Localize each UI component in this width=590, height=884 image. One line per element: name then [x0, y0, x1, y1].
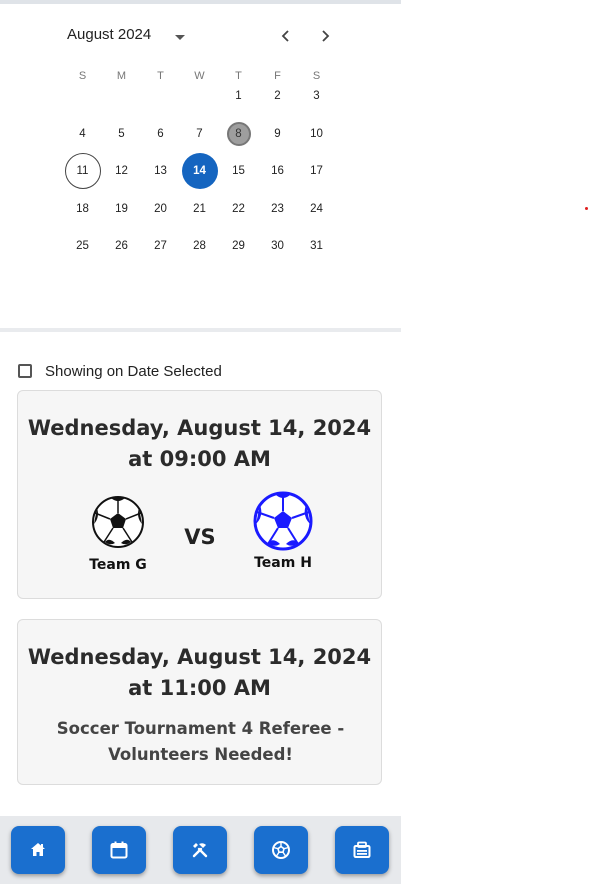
calendar-day[interactable]: 25 — [65, 228, 101, 264]
calendar-day[interactable]: 19 — [104, 191, 140, 227]
today-day[interactable]: 11 — [64, 153, 101, 189]
calendar-nav-button[interactable] — [92, 826, 146, 874]
calendar-day[interactable]: 21 — [182, 191, 218, 227]
calendar-day[interactable]: 26 — [104, 228, 140, 264]
chevron-right-icon — [322, 30, 330, 42]
chevron-left-icon — [281, 30, 289, 42]
calendar-day[interactable]: 2 — [260, 78, 296, 114]
home-icon — [31, 843, 45, 856]
event-card[interactable]: Wednesday, August 14, 2024 at 11:00 AM S… — [17, 619, 382, 785]
bottom-navigation — [0, 816, 401, 884]
next-month-button[interactable] — [313, 24, 337, 48]
calendar-day[interactable]: 3 — [299, 78, 335, 114]
soccer-ball-icon — [92, 496, 144, 548]
tools-nav-button[interactable] — [173, 826, 227, 874]
home-team: Team G — [78, 495, 158, 573]
calendar-day[interactable]: 22 — [221, 191, 257, 227]
calendar-day[interactable]: 15 — [221, 153, 257, 189]
calendar-day[interactable]: 13 — [143, 153, 179, 189]
selected-day[interactable]: 14 — [181, 153, 218, 189]
app-panel: August 2024 S M T W T F S 1 2 3 4 5 6 7 8 9 10 11 1… — [0, 0, 401, 884]
weekday-label: M — [116, 70, 127, 82]
calendar-day[interactable]: 5 — [104, 116, 140, 152]
event-time: at 11:00 AM — [128, 676, 271, 700]
weekday-label: S — [78, 70, 87, 82]
calendar-day[interactable]: 4 — [65, 116, 101, 152]
date-calendar: August 2024 S M T W T F S 1 2 3 4 5 6 7 8 9 10 11 1… — [0, 4, 401, 328]
weekday-header: S M T W T F S — [63, 70, 336, 88]
tools-icon — [192, 843, 208, 858]
calendar-day[interactable]: 24 — [299, 191, 335, 227]
filter-label: Showing on Date Selected — [45, 362, 222, 380]
calendar-day[interactable]: 28 — [182, 228, 218, 264]
games-nav-button[interactable] — [254, 826, 308, 874]
previous-month-button[interactable] — [274, 24, 298, 48]
calendar-day[interactable]: 18 — [65, 191, 101, 227]
calendar-day[interactable]: 1 — [221, 78, 257, 114]
day-grid: 1 2 3 4 5 6 7 8 9 10 11 12 13 14 15 16 17 18 19 20 21 22 23 24 2… — [63, 90, 336, 296]
calendar-day[interactable]: 30 — [260, 228, 296, 264]
away-team-name: Team H — [254, 555, 312, 571]
show-selected-date-checkbox[interactable] — [18, 364, 32, 378]
calendar-day[interactable]: 6 — [143, 116, 179, 152]
calendar-day[interactable]: 7 — [182, 116, 218, 152]
event-time: at 09:00 AM — [128, 447, 271, 471]
calendar-day[interactable]: 10 — [299, 116, 335, 152]
events-panel: Showing on Date Selected Wednesday, Augu… — [0, 332, 401, 816]
soccer-ball-icon — [272, 841, 290, 859]
tickets-nav-button[interactable] — [335, 826, 389, 874]
home-team-name: Team G — [89, 557, 147, 573]
weekday-label: T — [157, 70, 164, 82]
versus-label: VS — [184, 525, 216, 549]
away-team: Team H — [243, 491, 323, 571]
calendar-header: August 2024 — [0, 22, 401, 50]
id-card-icon — [353, 841, 371, 858]
calendar-day[interactable]: 27 — [143, 228, 179, 264]
event-date: Wednesday, August 14, 2024 — [27, 416, 372, 440]
calendar-day[interactable]: 23 — [260, 191, 296, 227]
calendar-day[interactable]: 12 — [104, 153, 140, 189]
calendar-day[interactable]: 31 — [299, 228, 335, 264]
calendar-day[interactable]: 20 — [143, 191, 179, 227]
red-dot-marker — [585, 207, 588, 210]
home-nav-button[interactable] — [11, 826, 65, 874]
calendar-day[interactable]: 29 — [221, 228, 257, 264]
month-label[interactable]: August 2024 — [67, 26, 151, 43]
chevron-down-icon[interactable] — [171, 28, 189, 46]
weekday-label: W — [194, 70, 205, 82]
calendar-icon — [110, 841, 128, 859]
calendar-day[interactable]: 17 — [299, 153, 335, 189]
date-filter[interactable]: Showing on Date Selected — [18, 360, 222, 382]
calendar-day[interactable]: 16 — [260, 153, 296, 189]
calendar-day[interactable]: 9 — [260, 116, 296, 152]
event-description: Soccer Tournament 4 Referee - Volunteers… — [56, 719, 345, 764]
event-date: Wednesday, August 14, 2024 — [27, 645, 372, 669]
soccer-ball-icon — [253, 491, 313, 551]
match-card[interactable]: Wednesday, August 14, 2024 at 09:00 AM T… — [17, 390, 382, 599]
calendar-day[interactable]: 8 — [226, 121, 251, 146]
